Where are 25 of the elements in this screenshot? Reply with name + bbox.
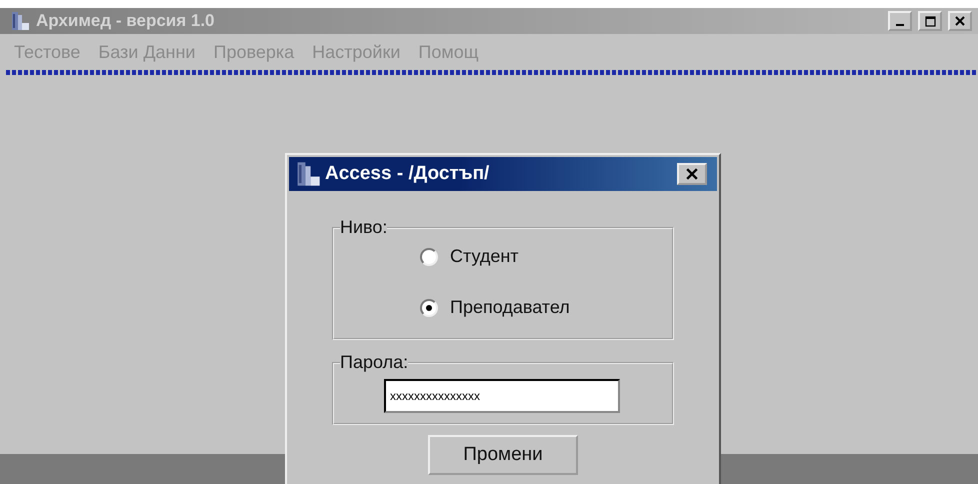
window-title: Архимед - версия 1.0 xyxy=(36,11,216,31)
menu-item[interactable]: Проверка xyxy=(214,42,294,70)
group-label: Парола: xyxy=(340,352,408,373)
radio-label: Преподавател xyxy=(450,297,570,318)
change-button[interactable]: Промени xyxy=(428,435,578,475)
minimize-button[interactable] xyxy=(888,11,912,31)
maximize-button[interactable] xyxy=(918,11,942,31)
menu-item[interactable]: Помощ xyxy=(418,42,479,70)
radio-button[interactable] xyxy=(420,248,438,266)
menu-item[interactable]: Настройки xyxy=(312,42,400,70)
group-label: Ниво: xyxy=(340,217,388,238)
password-field[interactable]: xxxxxxxxxxxxxxx xyxy=(384,379,620,413)
close-button[interactable] xyxy=(677,163,707,185)
radio-label: Студент xyxy=(450,246,519,267)
close-icon xyxy=(686,168,698,180)
menu-item[interactable]: Тестове xyxy=(14,42,80,70)
radio-button[interactable] xyxy=(420,298,438,316)
close-button[interactable] xyxy=(948,11,972,31)
dialog-title: Access - /Достъп/ xyxy=(325,163,490,185)
minimize-icon xyxy=(896,24,904,26)
menu-item[interactable]: Бази Данни xyxy=(98,42,196,70)
close-icon xyxy=(955,16,965,26)
maximize-icon xyxy=(924,16,936,26)
building-icon xyxy=(295,161,321,187)
building-icon xyxy=(10,11,30,31)
